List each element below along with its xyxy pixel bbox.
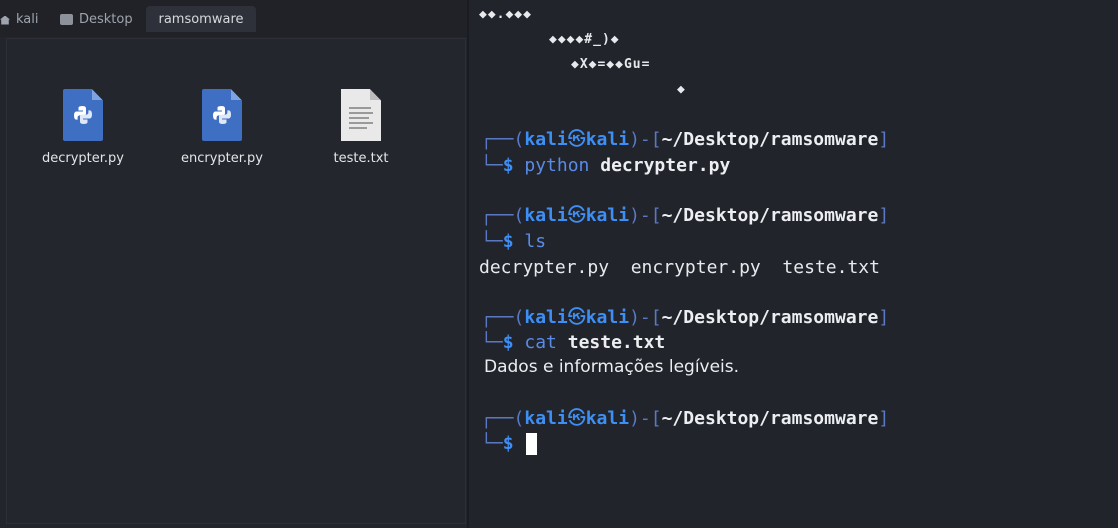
- command-output: Dados e informações legíveis.: [484, 357, 740, 377]
- garbled-output: ◆X◆=◆◆Gu=: [571, 57, 651, 72]
- kali-skull-icon: ㉿: [567, 205, 586, 226]
- breadcrumb-ramsomware[interactable]: ramsomware: [146, 6, 256, 32]
- file-manager-window: kali Desktop ramsomware decrypter.py enc…: [0, 0, 467, 528]
- command-name: ls: [524, 231, 547, 252]
- garbled-output: ◆: [677, 82, 686, 97]
- file-item-decrypter[interactable]: decrypter.py: [28, 89, 138, 166]
- prompt-line: ┌──(kali㉿kali)-[~/Desktop/ramsomware]: [481, 408, 890, 429]
- prompt-line: ┌──(kali㉿kali)-[~/Desktop/ramsomware]: [481, 307, 890, 328]
- file-name: encrypter.py: [181, 151, 263, 166]
- folder-icon: [60, 13, 73, 25]
- python-file-icon: [63, 89, 103, 141]
- command-output: decrypter.py encrypter.py teste.txt: [479, 257, 880, 278]
- text-file-icon: [341, 89, 381, 141]
- file-item-encrypter[interactable]: encrypter.py: [167, 89, 277, 166]
- breadcrumb-label: ramsomware: [158, 11, 244, 27]
- kali-skull-icon: ㉿: [567, 307, 586, 328]
- command-name: python: [524, 155, 590, 176]
- prompt-line: ┌──(kali㉿kali)-[~/Desktop/ramsomware]: [481, 205, 890, 226]
- terminal-window[interactable]: ◆◆.◆◆◆ ◆◆◆◆#_)◆ ◆X◆=◆◆Gu= ◆ ┌──(kali㉿kal…: [467, 0, 1118, 528]
- command-arg: teste.txt: [567, 332, 666, 353]
- text-cursor: [526, 433, 537, 455]
- command-line: └─$ python decrypter.py: [481, 155, 731, 176]
- breadcrumb-kali[interactable]: kali: [0, 6, 39, 32]
- kali-skull-icon: ㉿: [567, 129, 586, 150]
- home-icon: [0, 15, 10, 25]
- garbled-output: ◆◆.◆◆◆: [479, 7, 532, 22]
- command-line: └─$ ls: [481, 231, 547, 252]
- file-view[interactable]: decrypter.py encrypter.py teste.txt: [6, 38, 466, 524]
- breadcrumb-label: Desktop: [79, 11, 133, 27]
- file-item-teste[interactable]: teste.txt: [306, 89, 416, 166]
- garbled-output: ◆◆◆◆#_)◆: [549, 32, 620, 47]
- breadcrumb-label: kali: [16, 11, 39, 27]
- file-name: teste.txt: [333, 151, 389, 166]
- file-name: decrypter.py: [41, 151, 124, 166]
- command-name: cat: [524, 332, 557, 353]
- command-input-line[interactable]: └─$: [481, 433, 514, 455]
- command-line: └─$ cat teste.txt: [481, 332, 666, 353]
- breadcrumb-desktop[interactable]: Desktop: [60, 6, 133, 32]
- kali-skull-icon: ㉿: [567, 408, 586, 429]
- breadcrumb: kali Desktop ramsomware: [0, 0, 467, 37]
- prompt-line: ┌──(kali㉿kali)-[~/Desktop/ramsomware]: [481, 129, 890, 150]
- command-arg: decrypter.py: [600, 155, 731, 176]
- python-file-icon: [202, 89, 242, 141]
